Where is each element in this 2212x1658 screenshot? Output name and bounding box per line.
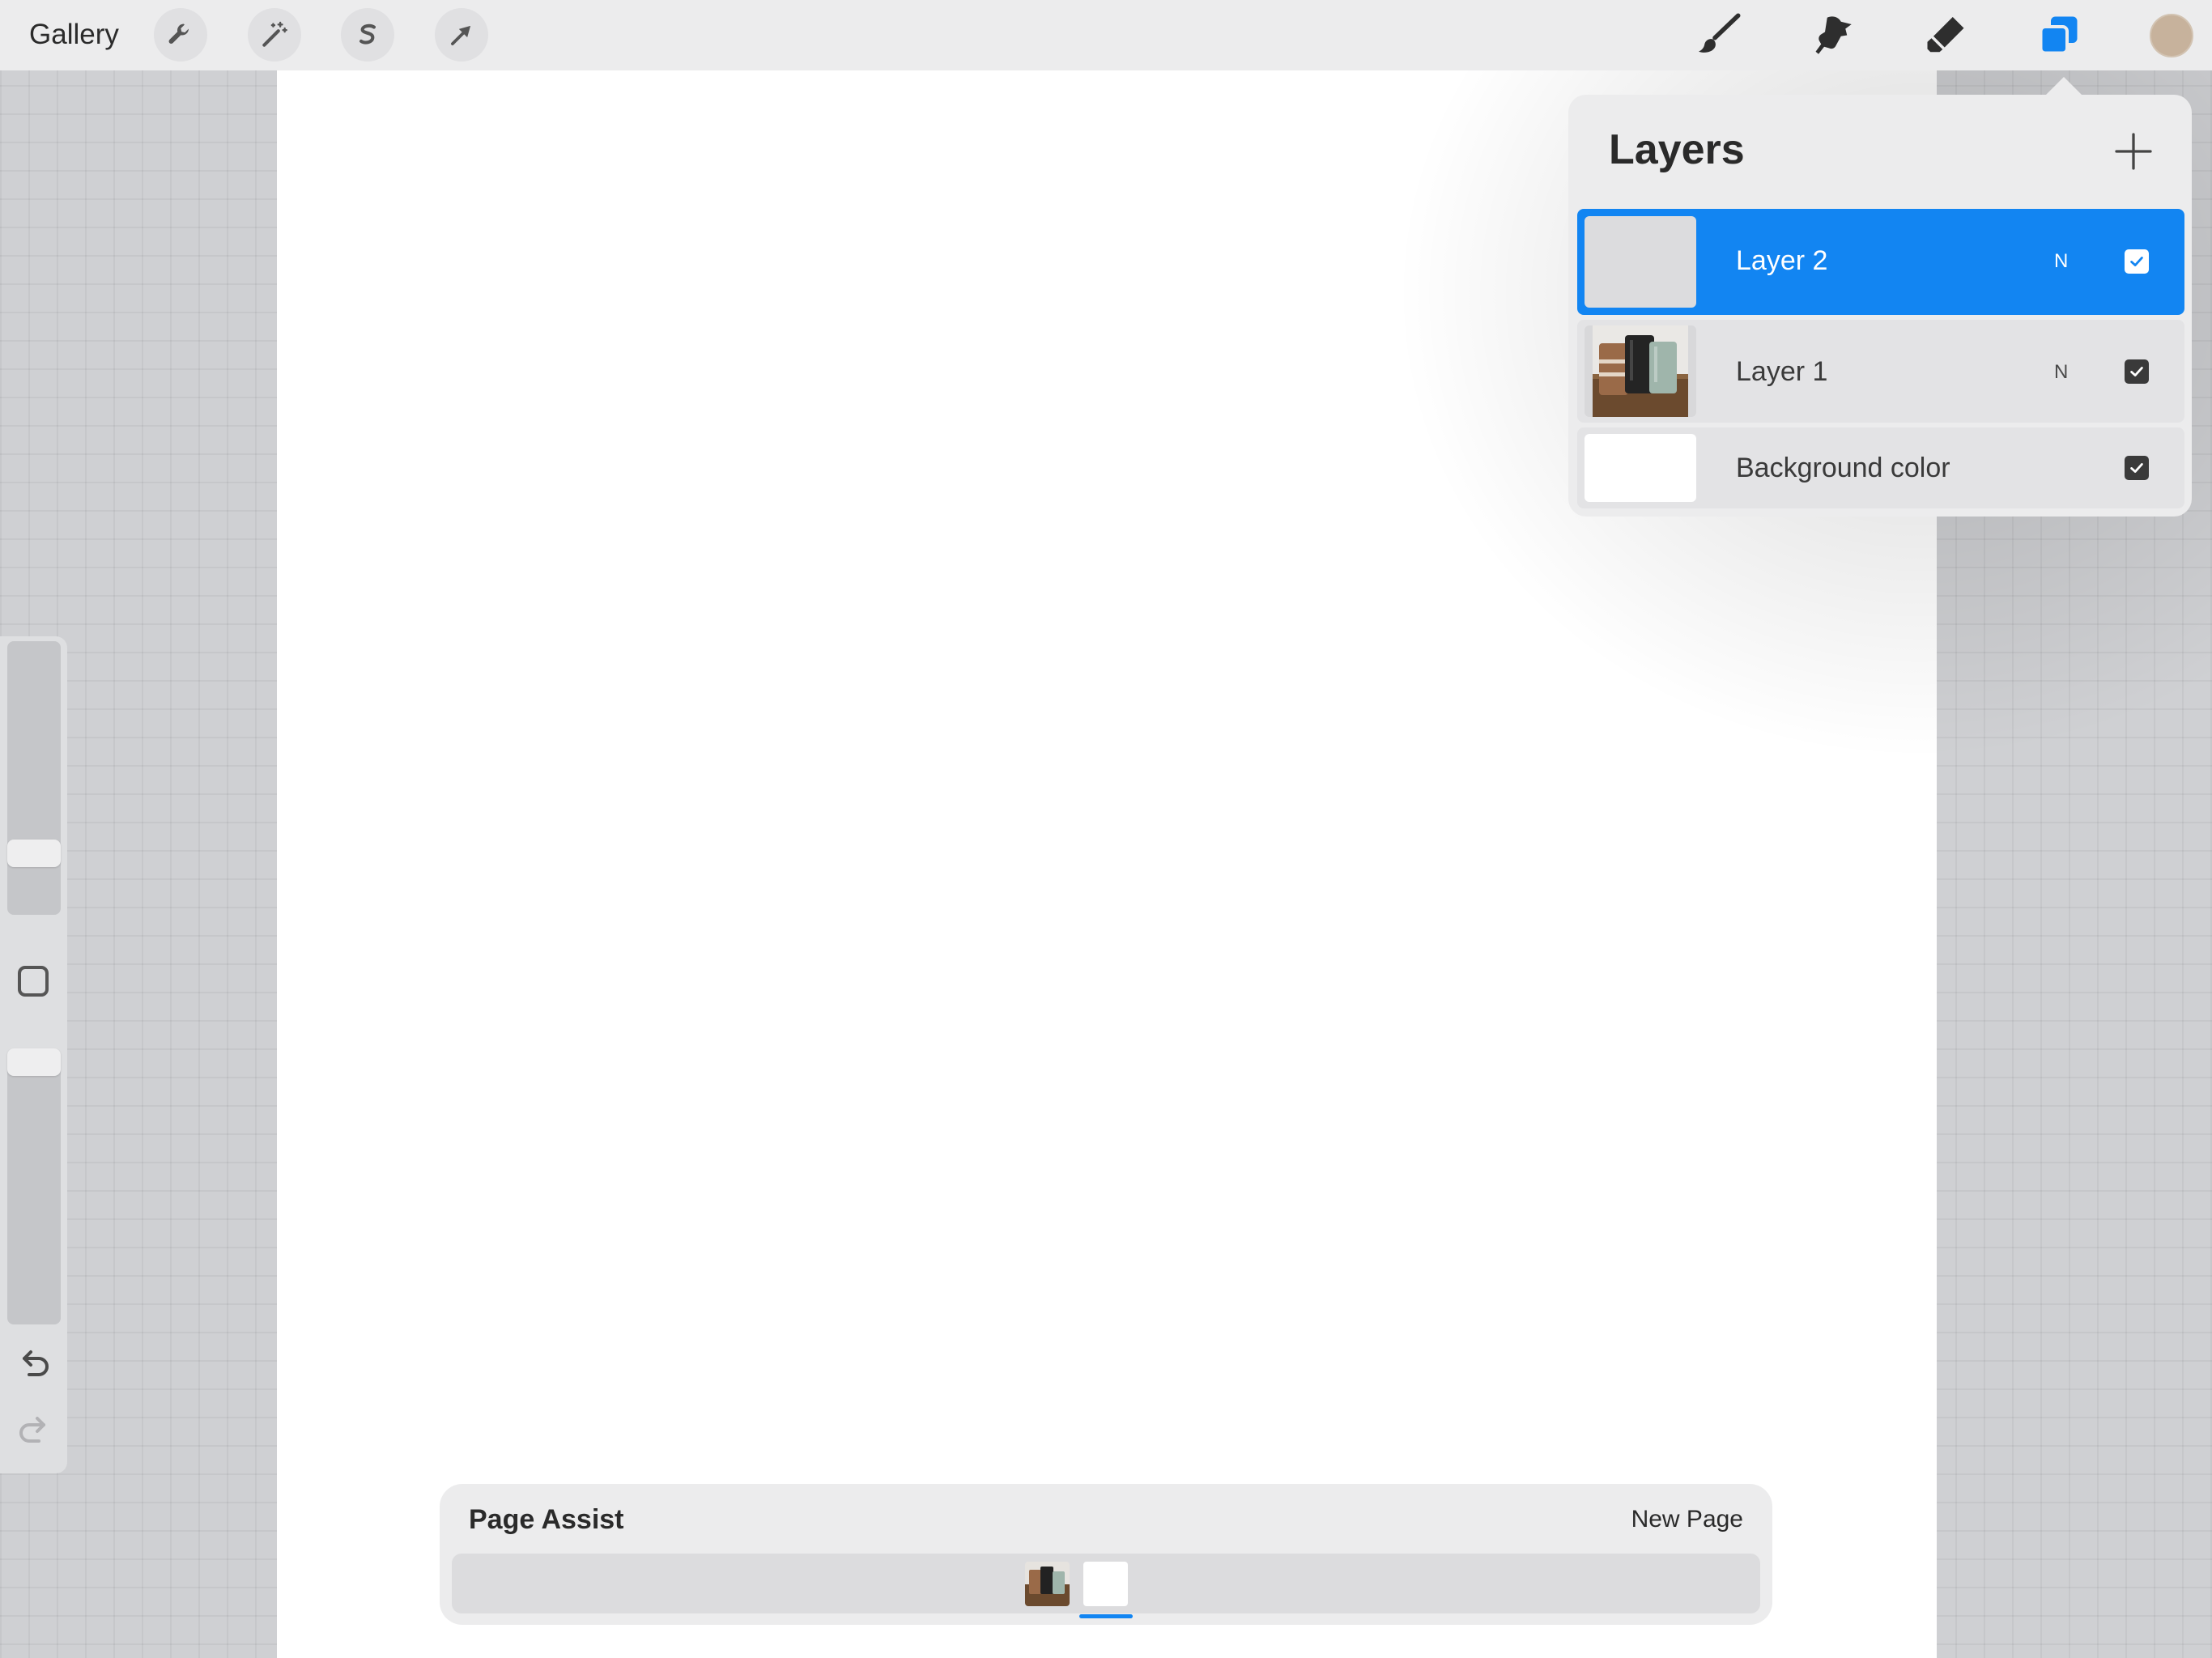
gallery-button[interactable]: Gallery: [29, 16, 119, 53]
layer-name: Layer 1: [1736, 356, 1828, 387]
top-toolbar: Gallery: [0, 0, 2212, 70]
brush-button[interactable]: [1692, 8, 1746, 62]
modify-button[interactable]: [18, 966, 49, 997]
layer-row-background-color[interactable]: Background color: [1577, 427, 2184, 508]
transform-arrow-icon: [451, 25, 471, 45]
layers-title: Layers: [1609, 126, 1745, 173]
page-assist-panel: Page Assist New Page: [440, 1484, 1772, 1625]
smudge-button[interactable]: [1806, 8, 1859, 62]
page-thumbnail-2[interactable]: [1083, 1562, 1128, 1606]
magic-wand-icon: [262, 21, 287, 47]
layer-visibility-checkbox[interactable]: [2125, 456, 2149, 480]
background-color-swatch[interactable]: [1585, 434, 1696, 502]
checkmark-icon: [2130, 367, 2143, 376]
layer-name: Background color: [1736, 453, 1950, 483]
color-swatch[interactable]: [2150, 14, 2193, 57]
checkmark-icon: [2130, 257, 2143, 266]
layer-visibility-checkbox[interactable]: [2125, 249, 2149, 274]
page-thumbnail-1[interactable]: [1025, 1562, 1070, 1606]
cups-photo-thumbnail: [1593, 325, 1688, 417]
transform-button[interactable]: [435, 8, 488, 62]
layers-panel: Layers Layer 2 N Layer 1 N Background co…: [1568, 95, 2192, 517]
layers-button[interactable]: [2032, 8, 2086, 62]
cups-photo-thumbnail: [1025, 1562, 1070, 1606]
page-assist-title: Page Assist: [469, 1504, 624, 1535]
layer-name: Layer 2: [1736, 245, 1828, 276]
brush-size-thumb[interactable]: [7, 840, 61, 867]
layer-thumbnail: [1585, 325, 1696, 417]
brush-size-slider[interactable]: [7, 641, 61, 915]
layer-row-layer-1[interactable]: Layer 1 N: [1577, 320, 2184, 423]
selection-icon: [359, 23, 376, 45]
brush-icon: [1699, 13, 1741, 53]
adjustments-button[interactable]: [248, 8, 301, 62]
page-strip: [452, 1554, 1760, 1613]
blend-mode-button[interactable]: N: [2054, 361, 2068, 384]
redo-icon[interactable]: [15, 1412, 53, 1451]
eraser-button[interactable]: [1919, 8, 1972, 62]
brush-opacity-thumb[interactable]: [7, 1048, 61, 1076]
plus-icon[interactable]: [2111, 129, 2156, 174]
smudge-icon: [1815, 16, 1852, 54]
layers-icon: [2039, 16, 2078, 55]
layer-thumbnail: [1585, 216, 1696, 308]
layer-visibility-checkbox[interactable]: [2125, 359, 2149, 384]
eraser-icon: [1927, 17, 1964, 53]
actions-button[interactable]: [154, 8, 207, 62]
layer-row-layer-2[interactable]: Layer 2 N: [1577, 209, 2184, 315]
current-page-indicator: [1079, 1614, 1133, 1618]
undo-icon[interactable]: [15, 1346, 53, 1384]
checkmark-icon: [2130, 463, 2143, 473]
blend-mode-button[interactable]: N: [2054, 250, 2068, 273]
brush-opacity-slider[interactable]: [7, 1048, 61, 1324]
selection-button[interactable]: [341, 8, 394, 62]
wrench-icon: [168, 23, 189, 44]
layers-panel-pointer: [2044, 77, 2083, 96]
new-page-button[interactable]: New Page: [1631, 1506, 1743, 1533]
